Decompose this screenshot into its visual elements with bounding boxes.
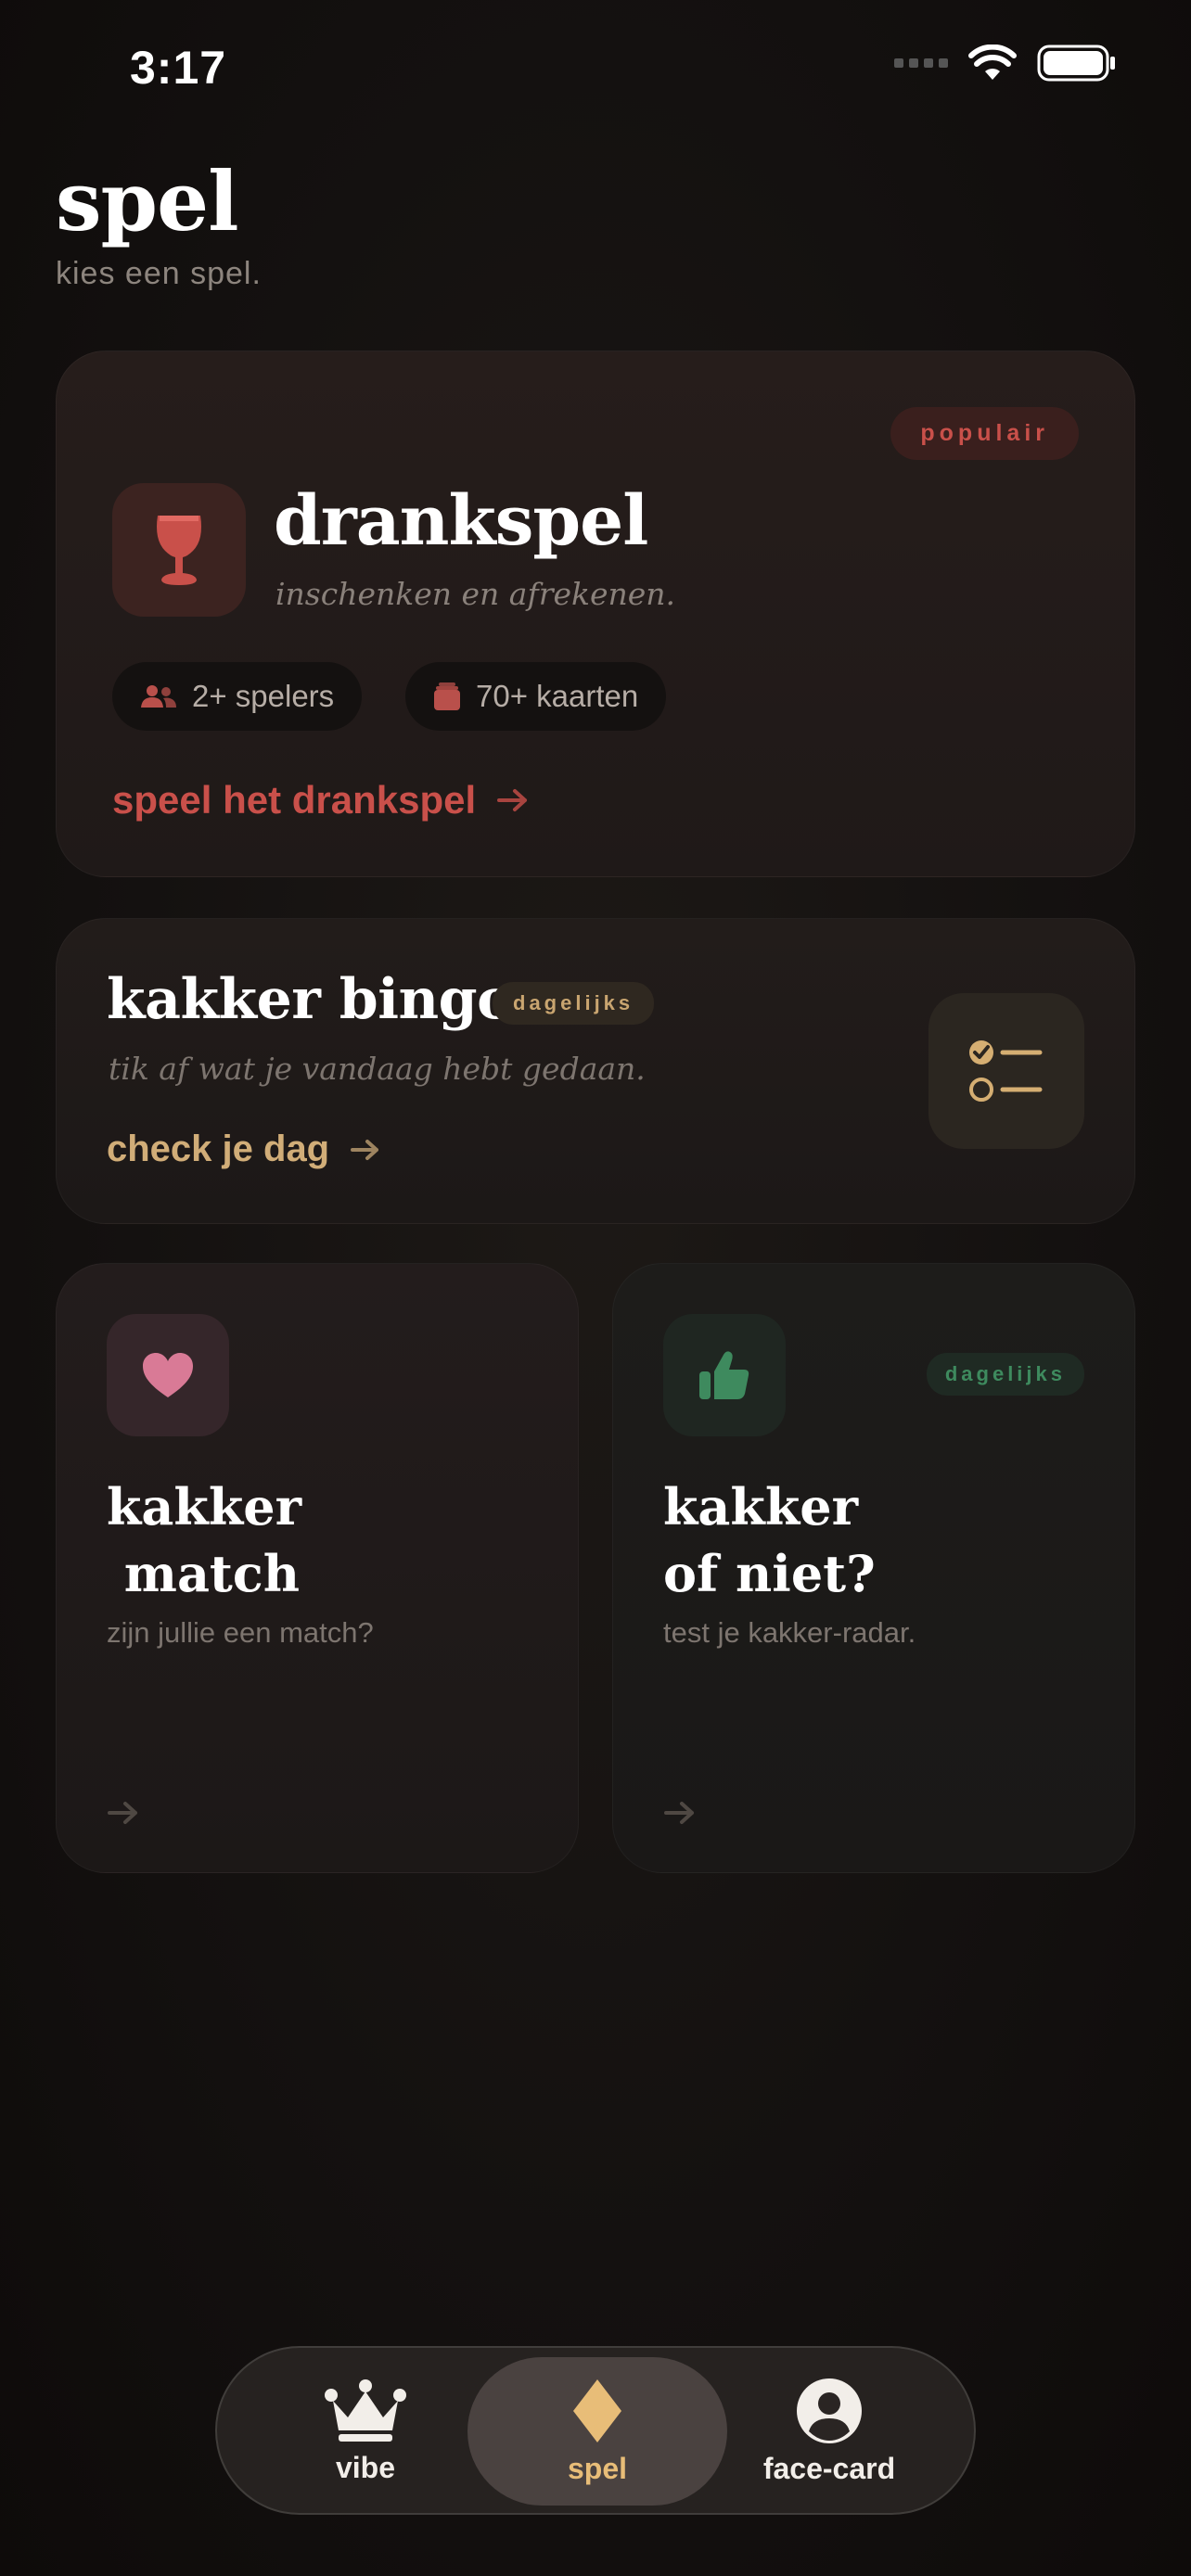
match-icon-box bbox=[107, 1314, 229, 1436]
tab-spel[interactable]: spel bbox=[467, 2357, 727, 2506]
tab-bar: vibe spel face-card bbox=[215, 2346, 976, 2515]
kakker-daily-badge: dagelijks bbox=[926, 1353, 1084, 1396]
drankspel-title: drankspel bbox=[274, 481, 648, 561]
thumbs-up-icon bbox=[699, 1351, 749, 1399]
kakker-bingo-card[interactable]: kakker bingo dagelijks tik af wat je van… bbox=[56, 918, 1135, 1224]
tab-face-card-label: face-card bbox=[762, 2451, 896, 2485]
card-stack-icon bbox=[434, 682, 460, 710]
arrow-right-icon bbox=[351, 1139, 379, 1160]
drankspel-card[interactable]: populair drankspel inschenken en afreken… bbox=[56, 351, 1135, 877]
wine-glass-icon bbox=[157, 516, 201, 585]
populair-badge: populair bbox=[890, 407, 1079, 460]
person-circle-icon bbox=[797, 2378, 862, 2443]
cellular-signal-icon bbox=[894, 58, 948, 68]
checklist-icon bbox=[969, 1040, 1043, 1102]
bingo-subtitle: tik af wat je vandaag hebt gedaan. bbox=[109, 1051, 646, 1087]
play-drankspel-link[interactable]: speel het drankspel bbox=[112, 778, 530, 823]
people-icon bbox=[141, 685, 176, 708]
bingo-icon-box bbox=[928, 993, 1084, 1149]
heart-icon bbox=[143, 1353, 193, 1397]
kakker-of-niet-title: kakker of niet? bbox=[663, 1477, 876, 1603]
bingo-title: kakker bingo bbox=[107, 967, 514, 1032]
cards-chip-label: 70+ kaarten bbox=[476, 679, 639, 713]
play-drankspel-label: speel het drankspel bbox=[112, 778, 477, 822]
tab-face-card[interactable]: face-card bbox=[699, 2357, 959, 2506]
drankspel-icon-box bbox=[112, 483, 246, 617]
arrow-right-icon bbox=[664, 1802, 694, 1824]
cards-chip: 70+ kaarten bbox=[405, 662, 667, 731]
tab-spel-label: spel bbox=[567, 2451, 628, 2485]
tab-vibe-label: vibe bbox=[335, 2450, 396, 2484]
wifi-icon bbox=[968, 45, 1017, 80]
check-je-dag-link[interactable]: check je dag bbox=[107, 1129, 381, 1170]
players-chip-label: 2+ spelers bbox=[192, 679, 335, 713]
kakker-icon-box bbox=[663, 1314, 786, 1436]
page-title: spel bbox=[56, 153, 238, 249]
check-je-dag-label: check je dag bbox=[107, 1129, 330, 1169]
drankspel-subtitle: inschenken en afrekenen. bbox=[275, 576, 676, 612]
kakker-of-niet-subtitle: test je kakker-radar. bbox=[663, 1616, 916, 1649]
match-title: kakker match bbox=[107, 1477, 302, 1603]
arrow-right-icon bbox=[108, 1802, 137, 1824]
status-indicators bbox=[894, 45, 1117, 82]
battery-icon bbox=[1037, 45, 1115, 82]
players-chip: 2+ spelers bbox=[112, 662, 363, 731]
bingo-daily-badge: dagelijks bbox=[493, 982, 655, 1025]
arrow-right-icon bbox=[497, 789, 528, 811]
kakker-match-card[interactable]: kakker match zijn jullie een match? bbox=[56, 1263, 579, 1873]
tab-vibe[interactable]: vibe bbox=[236, 2357, 495, 2506]
diamond-icon bbox=[573, 2378, 621, 2442]
status-time: 3:17 bbox=[130, 42, 227, 94]
kakker-of-niet-card[interactable]: dagelijks kakker of niet? test je kakker… bbox=[612, 1263, 1135, 1873]
page-subtitle: kies een spel. bbox=[56, 256, 262, 291]
match-subtitle: zijn jullie een match? bbox=[107, 1616, 374, 1649]
crown-icon bbox=[325, 2378, 406, 2442]
